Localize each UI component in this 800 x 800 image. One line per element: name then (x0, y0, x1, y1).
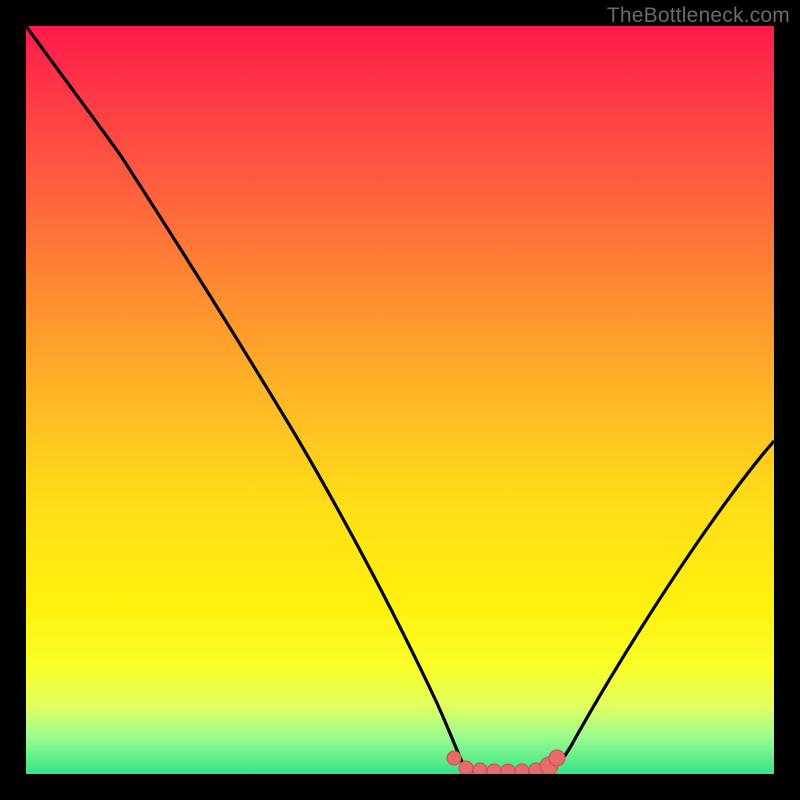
plot-area (26, 26, 774, 774)
watermark-text: TheBottleneck.com (607, 4, 790, 28)
optimal-range-markers (447, 750, 565, 774)
bottleneck-curve (26, 26, 774, 772)
chart-stage: TheBottleneck.com (0, 0, 800, 800)
curve-layer (26, 26, 774, 774)
